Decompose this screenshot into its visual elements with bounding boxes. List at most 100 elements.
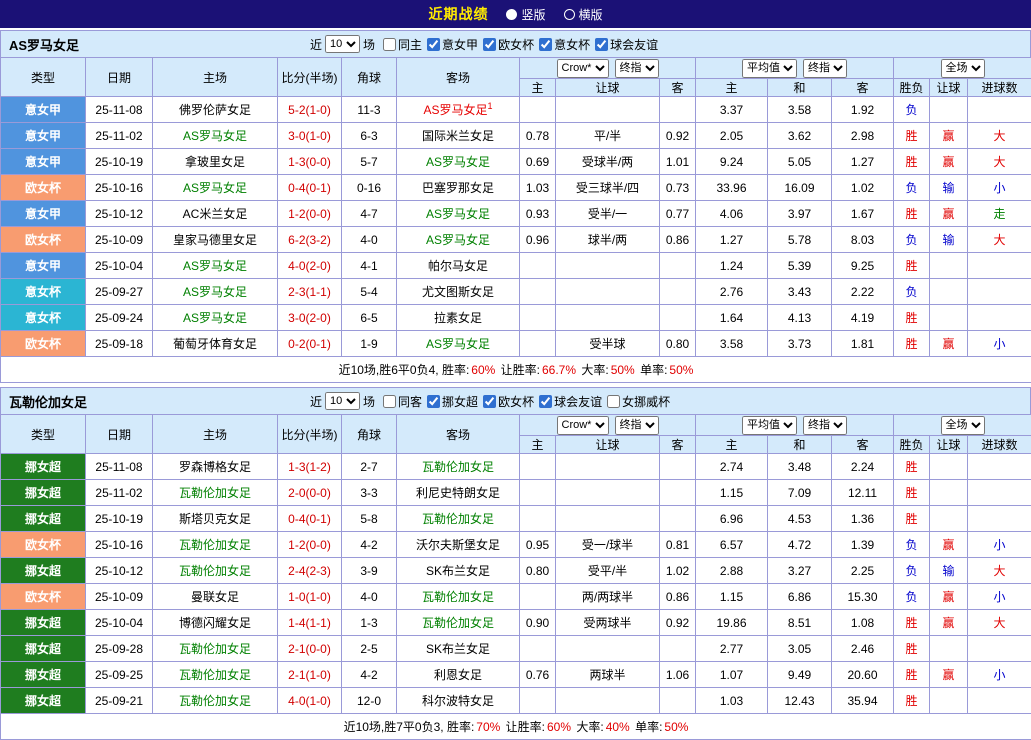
odds-provider-select[interactable]: Crow* (557, 59, 609, 78)
avg-draw-odds: 7.09 (768, 480, 832, 506)
avg-draw-odds: 3.97 (768, 201, 832, 227)
handicap-away-odds: 1.01 (660, 149, 696, 175)
result: 胜 (894, 454, 930, 480)
radio-selected-icon[interactable] (506, 9, 517, 20)
handicap-line: 受两球半 (556, 610, 660, 636)
avg-source-select[interactable]: 平均值 (742, 416, 797, 435)
avg-away-odds: 2.25 (832, 558, 894, 584)
match-count-select[interactable]: 10 (325, 35, 360, 53)
match-date: 25-10-04 (86, 253, 153, 279)
filter-checkbox[interactable] (483, 395, 496, 408)
filter-label: 球会友谊 (554, 393, 602, 410)
filter-option[interactable]: 同主 (383, 36, 422, 53)
filter-label: 女挪威杯 (622, 393, 670, 410)
handicap-result (930, 253, 968, 279)
goals-result: 小 (968, 331, 1031, 357)
match-row: 挪女超25-11-08罗森博格女足1-3(1-2)2-7瓦勒伦加女足2.743.… (1, 454, 1031, 480)
radio-unselected-icon[interactable] (564, 9, 575, 20)
result: 胜 (894, 331, 930, 357)
layout-horizontal-option[interactable]: 横版 (564, 6, 603, 23)
filter-option[interactable]: 意女杯 (539, 36, 590, 53)
column-subheader: 主 (696, 79, 768, 97)
corners: 2-5 (342, 636, 397, 662)
match-row: 挪女超25-10-04博德闪耀女足1-4(1-1)1-3瓦勒伦加女足0.90受两… (1, 610, 1031, 636)
corners: 6-5 (342, 305, 397, 331)
score: 5-2(1-0) (278, 97, 342, 123)
match-date: 25-11-02 (86, 123, 153, 149)
avg-draw-odds: 3.43 (768, 279, 832, 305)
summary-part: 大率: (573, 720, 604, 734)
filter-checkbox[interactable] (427, 38, 440, 51)
odds-provider-select[interactable]: Crow* (557, 416, 609, 435)
match-date: 25-10-19 (86, 149, 153, 175)
handicap-away-odds: 0.80 (660, 331, 696, 357)
summary-part: 单率: (632, 720, 663, 734)
handicap-line (556, 305, 660, 331)
result: 负 (894, 558, 930, 584)
type-badge: 意女甲 (1, 253, 86, 279)
handicap-result: 赢 (930, 610, 968, 636)
column-subheader: 主 (520, 79, 556, 97)
goals-result: 走 (968, 201, 1031, 227)
layout-vertical-option[interactable]: 竖版 (506, 6, 545, 23)
matches-label: 场 (363, 36, 375, 53)
handicap-home-odds: 0.80 (520, 558, 556, 584)
avg-away-odds: 1.39 (832, 532, 894, 558)
filter-checkbox[interactable] (483, 38, 496, 51)
match-date: 25-10-16 (86, 532, 153, 558)
filter-checkbox[interactable] (607, 395, 620, 408)
match-date: 25-09-24 (86, 305, 153, 331)
handicap-result: 输 (930, 227, 968, 253)
handicap-away-odds (660, 688, 696, 714)
type-badge: 挪女超 (1, 454, 86, 480)
column-subheader: 和 (768, 79, 832, 97)
matches-table: 类型日期主场比分(半场)角球客场Crow*终指平均值终指全场主让球客主和客胜负让… (0, 414, 1031, 740)
avg-draw-odds: 6.86 (768, 584, 832, 610)
handicap-line: 受半球 (556, 331, 660, 357)
filter-option[interactable]: 意女甲 (427, 36, 478, 53)
column-header: 比分(半场) (278, 415, 342, 454)
away-team: 利尼史特朗女足 (397, 480, 520, 506)
match-count-select[interactable]: 10 (325, 392, 360, 410)
filter-checkbox[interactable] (427, 395, 440, 408)
avg-away-odds: 12.11 (832, 480, 894, 506)
avg-source-select[interactable]: 平均值 (742, 59, 797, 78)
handicap-away-odds (660, 305, 696, 331)
filter-checkbox[interactable] (539, 38, 552, 51)
filter-checkbox[interactable] (595, 38, 608, 51)
odds-stage-select[interactable]: 终指 (615, 59, 659, 78)
handicap-away-odds (660, 506, 696, 532)
filter-checkbox[interactable] (539, 395, 552, 408)
avg-stage-select[interactable]: 终指 (803, 59, 847, 78)
filter-option[interactable]: 欧女杯 (483, 36, 534, 53)
filter-option[interactable]: 同客 (383, 393, 422, 410)
match-scope-select[interactable]: 全场 (941, 416, 985, 435)
handicap-result: 赢 (930, 123, 968, 149)
handicap-away-odds (660, 97, 696, 123)
column-header: 主场 (153, 58, 278, 97)
result: 负 (894, 175, 930, 201)
handicap-away-odds (660, 480, 696, 506)
filter-option[interactable]: 女挪威杯 (607, 393, 670, 410)
odds-stage-select[interactable]: 终指 (615, 416, 659, 435)
filter-checkbox[interactable] (383, 38, 396, 51)
type-badge: 挪女超 (1, 610, 86, 636)
home-team: AS罗马女足 (153, 279, 278, 305)
score: 3-0(1-0) (278, 123, 342, 149)
avg-draw-odds: 5.05 (768, 149, 832, 175)
avg-home-odds: 2.74 (696, 454, 768, 480)
handicap-away-odds (660, 253, 696, 279)
score: 6-2(3-2) (278, 227, 342, 253)
match-row: 意女甲25-11-02AS罗马女足3-0(1-0)6-3国际米兰女足0.78平/… (1, 123, 1031, 149)
filter-option[interactable]: 球会友谊 (595, 36, 658, 53)
filter-option[interactable]: 挪女超 (427, 393, 478, 410)
header-select-group: Crow* 终指 (520, 415, 696, 436)
match-scope-select[interactable]: 全场 (941, 59, 985, 78)
avg-stage-select[interactable]: 终指 (803, 416, 847, 435)
away-team: 瓦勒伦加女足 (397, 584, 520, 610)
avg-away-odds: 8.03 (832, 227, 894, 253)
filter-option[interactable]: 欧女杯 (483, 393, 534, 410)
column-header: 客场 (397, 415, 520, 454)
filter-option[interactable]: 球会友谊 (539, 393, 602, 410)
filter-checkbox[interactable] (383, 395, 396, 408)
